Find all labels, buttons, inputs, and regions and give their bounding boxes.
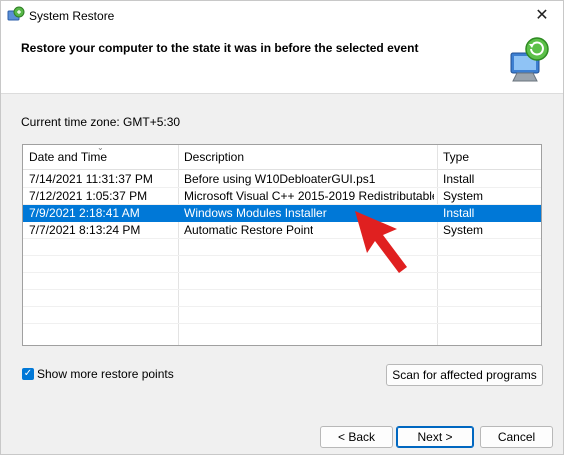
row-gridline <box>23 255 541 256</box>
computer-restore-icon <box>510 37 549 82</box>
header-panel: Restore your computer to the state it wa… <box>1 31 563 94</box>
table-row[interactable]: 7/7/2021 8:13:24 PM Automatic Restore Po… <box>23 222 541 239</box>
title-bar: System Restore ✕ <box>1 1 563 31</box>
back-button[interactable]: < Back <box>320 426 393 448</box>
row-date: 7/14/2021 11:31:37 PM <box>29 172 153 186</box>
column-header-description[interactable]: Description <box>178 145 437 170</box>
table-row-selected[interactable]: 7/9/2021 2:18:41 AM Windows Modules Inst… <box>23 205 541 222</box>
restore-points-list[interactable]: ⌄ Date and Time Description Type 7/14/20… <box>22 144 542 346</box>
page-title: Restore your computer to the state it wa… <box>21 41 419 55</box>
timezone-label: Current time zone: GMT+5:30 <box>21 115 181 129</box>
window-title: System Restore <box>29 9 115 23</box>
show-more-restore-points-checkbox[interactable]: ✓ Show more restore points <box>22 367 174 381</box>
close-button[interactable]: ✕ <box>527 3 557 29</box>
column-type-label: Type <box>443 150 470 164</box>
row-type: System <box>443 223 484 237</box>
row-type: Install <box>443 172 475 186</box>
row-date: 7/7/2021 8:13:24 PM <box>29 223 141 237</box>
table-row[interactable]: 7/14/2021 11:31:37 PM Before using W10De… <box>23 171 541 188</box>
row-description: Automatic Restore Point <box>184 223 314 237</box>
row-date: 7/9/2021 2:18:41 AM <box>29 206 140 220</box>
cancel-button[interactable]: Cancel <box>480 426 553 448</box>
row-type: System <box>443 189 484 203</box>
column-header-date[interactable]: ⌄ Date and Time <box>23 145 178 170</box>
row-gridline <box>23 306 541 307</box>
column-date-label: Date and Time <box>29 150 108 164</box>
row-gridline <box>23 323 541 324</box>
system-restore-window: System Restore ✕ Restore your computer t… <box>0 0 564 455</box>
row-gridline <box>23 289 541 290</box>
column-header-type[interactable]: Type <box>437 145 541 170</box>
column-description-label: Description <box>184 150 245 164</box>
sort-caret-icon: ⌄ <box>97 144 104 152</box>
show-more-label: Show more restore points <box>37 367 174 381</box>
row-description: Before using W10DebloaterGUI.ps1 <box>184 172 376 186</box>
row-date: 7/12/2021 1:05:37 PM <box>29 189 148 203</box>
row-description: Windows Modules Installer <box>184 206 327 220</box>
scan-affected-programs-button[interactable]: Scan for affected programs <box>386 364 543 386</box>
system-restore-icon <box>7 6 25 21</box>
next-button[interactable]: Next > <box>396 426 474 448</box>
row-type: Install <box>443 206 475 220</box>
row-gridline <box>23 272 541 273</box>
row-description: Microsoft Visual C++ 2015-2019 Redistrib… <box>184 189 434 203</box>
checkbox-checked-icon[interactable]: ✓ <box>22 368 34 380</box>
table-row[interactable]: 7/12/2021 1:05:37 PM Microsoft Visual C+… <box>23 188 541 205</box>
annotation-arrow-icon <box>355 211 407 273</box>
